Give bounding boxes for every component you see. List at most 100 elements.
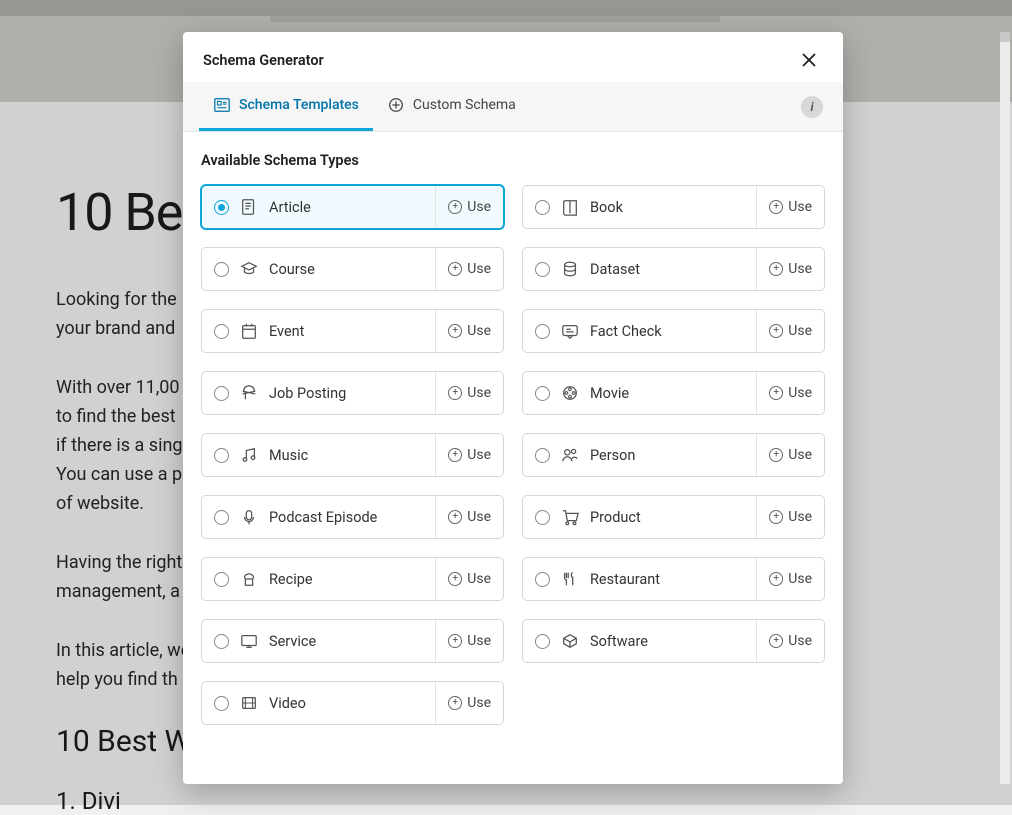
use-label: Use — [467, 199, 491, 215]
templates-icon — [213, 96, 231, 114]
use-button-jobposting[interactable]: +Use — [435, 372, 503, 414]
radio-restaurant[interactable] — [535, 572, 550, 587]
use-button-music[interactable]: +Use — [435, 434, 503, 476]
tab-label: Custom Schema — [413, 97, 516, 113]
radio-course[interactable] — [214, 262, 229, 277]
use-button-event[interactable]: +Use — [435, 310, 503, 352]
movie-icon — [561, 384, 579, 402]
use-label: Use — [788, 199, 812, 215]
schema-card-product[interactable]: Product +Use — [522, 495, 825, 539]
radio-recipe[interactable] — [214, 572, 229, 587]
use-button-product[interactable]: +Use — [756, 496, 824, 538]
schema-label: Job Posting — [269, 385, 346, 402]
use-button-service[interactable]: +Use — [435, 620, 503, 662]
schema-label: Product — [590, 509, 641, 526]
schema-label: Book — [590, 199, 623, 216]
radio-dataset[interactable] — [535, 262, 550, 277]
schema-card-software[interactable]: Software+Use — [522, 619, 825, 663]
radio-software[interactable] — [535, 634, 550, 649]
plus-icon: + — [448, 510, 462, 524]
schema-card-music[interactable]: Music +Use — [201, 433, 504, 477]
use-button-software[interactable]: + Use — [756, 620, 824, 662]
schema-label: Music — [269, 447, 308, 464]
person-icon — [561, 446, 579, 464]
modal-scrollbar-track[interactable] — [1000, 32, 1010, 784]
schema-card-video[interactable]: Video+Use — [201, 681, 504, 725]
use-button-podcast[interactable]: +Use — [435, 496, 503, 538]
radio-podcast[interactable] — [214, 510, 229, 525]
use-button-book[interactable]: +Use — [756, 186, 824, 228]
close-button[interactable] — [795, 46, 823, 74]
radio-music[interactable] — [214, 448, 229, 463]
use-label: Use — [788, 261, 812, 277]
schema-card-book[interactable]: Book +Use — [522, 185, 825, 229]
schema-card-recipe[interactable]: Recipe +Use — [201, 557, 504, 601]
schema-card-service[interactable]: Service +Use — [201, 619, 504, 663]
schema-card-podcast[interactable]: Podcast Episode+Use — [201, 495, 504, 539]
use-label: Use — [788, 633, 812, 649]
schema-label: Dataset — [590, 261, 640, 278]
schema-card-event[interactable]: Event+Use — [201, 309, 504, 353]
use-label: Use — [467, 261, 491, 277]
use-button-course[interactable]: +Use — [435, 248, 503, 290]
jobposting-icon — [240, 384, 258, 402]
radio-person[interactable] — [535, 448, 550, 463]
plus-icon: + — [769, 572, 783, 586]
plus-icon: + — [448, 634, 462, 648]
radio-article[interactable] — [214, 200, 229, 215]
schema-card-person[interactable]: Person+Use — [522, 433, 825, 477]
radio-jobposting[interactable] — [214, 386, 229, 401]
plus-icon: + — [769, 448, 783, 462]
schema-card-dataset[interactable]: Dataset + Use — [522, 247, 825, 291]
book-icon — [561, 198, 579, 216]
plus-icon: + — [769, 386, 783, 400]
tab-custom-schema[interactable]: Custom Schema — [373, 82, 530, 131]
tab-schema-templates[interactable]: Schema Templates — [199, 82, 373, 131]
schema-card-movie[interactable]: Movie+Use — [522, 371, 825, 415]
restaurant-icon — [561, 570, 579, 588]
radio-event[interactable] — [214, 324, 229, 339]
plus-icon: + — [769, 262, 783, 276]
plus-icon: + — [769, 634, 783, 648]
modal-scrollbar-thumb[interactable] — [1000, 32, 1010, 42]
use-button-restaurant[interactable]: +Use — [756, 558, 824, 600]
plus-icon: + — [448, 696, 462, 710]
radio-movie[interactable] — [535, 386, 550, 401]
software-icon — [561, 632, 579, 650]
use-label: Use — [467, 571, 491, 587]
podcast-icon — [240, 508, 258, 526]
schema-label: Service — [269, 633, 316, 650]
schema-label: Article — [269, 199, 311, 216]
plus-icon: + — [769, 324, 783, 338]
use-label: Use — [467, 695, 491, 711]
schema-card-article[interactable]: Article +Use — [201, 185, 504, 229]
use-button-recipe[interactable]: +Use — [435, 558, 503, 600]
factcheck-icon — [561, 322, 579, 340]
radio-factcheck[interactable] — [535, 324, 550, 339]
schema-label: Recipe — [269, 571, 313, 588]
schema-card-course[interactable]: Course+Use — [201, 247, 504, 291]
service-icon — [240, 632, 258, 650]
use-label: Use — [467, 385, 491, 401]
schema-card-factcheck[interactable]: Fact Check+Use — [522, 309, 825, 353]
use-label: Use — [788, 385, 812, 401]
use-button-article[interactable]: +Use — [435, 186, 503, 228]
schema-card-jobposting[interactable]: Job Posting +Use — [201, 371, 504, 415]
use-button-video[interactable]: + Use — [435, 682, 503, 724]
video-icon — [240, 694, 258, 712]
radio-service[interactable] — [214, 634, 229, 649]
info-button[interactable]: i — [801, 96, 823, 118]
use-button-person[interactable]: + Use — [756, 434, 824, 476]
schema-card-restaurant[interactable]: Restaurant+Use — [522, 557, 825, 601]
use-button-movie[interactable]: + Use — [756, 372, 824, 414]
schema-grid: Article+UseBook+UseCourse+UseDataset+Use… — [201, 185, 825, 725]
tab-label: Schema Templates — [239, 97, 359, 113]
radio-video[interactable] — [214, 696, 229, 711]
plus-icon: + — [448, 324, 462, 338]
modal-tabs: Schema Templates Custom Schema i — [183, 82, 843, 132]
use-button-dataset[interactable]: + Use — [756, 248, 824, 290]
radio-book[interactable] — [535, 200, 550, 215]
use-button-factcheck[interactable]: +Use — [756, 310, 824, 352]
use-label: Use — [788, 447, 812, 463]
radio-product[interactable] — [535, 510, 550, 525]
